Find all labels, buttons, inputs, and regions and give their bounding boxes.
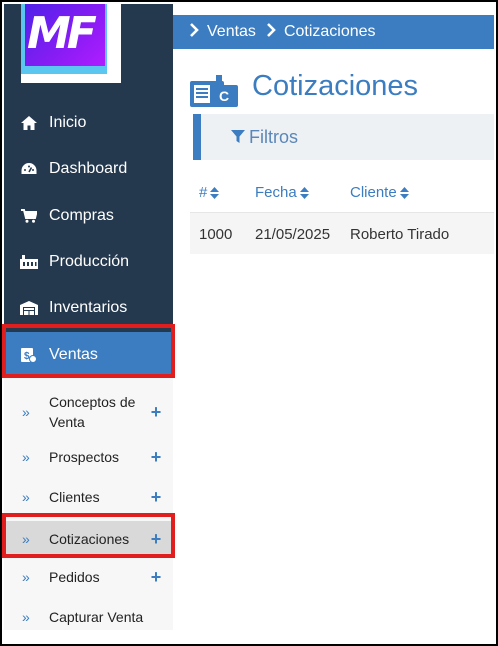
- highlight-cotizaciones: [2, 513, 175, 558]
- submenu-item-clientes[interactable]: » Clientes +: [4, 481, 173, 513]
- sort-icon: [399, 186, 409, 199]
- add-pedido-button[interactable]: +: [149, 567, 163, 588]
- submenu-item-label: Pedidos: [49, 569, 100, 585]
- chevron-right-icon: [266, 22, 276, 42]
- sidebar-item-compras[interactable]: Compras: [4, 193, 173, 239]
- breadcrumb-cotizaciones[interactable]: Cotizaciones: [284, 23, 376, 41]
- double-chevron-right-icon: »: [22, 569, 30, 585]
- cart-icon: [20, 208, 38, 224]
- filters-label: Filtros: [249, 126, 298, 147]
- double-chevron-right-icon: »: [22, 449, 30, 465]
- double-chevron-right-icon: »: [22, 609, 30, 625]
- sidebar-item-produccion[interactable]: Producción: [4, 239, 173, 285]
- column-header-fecha[interactable]: Fecha: [255, 184, 309, 201]
- sort-icon: [299, 186, 309, 199]
- sort-icon: [210, 186, 220, 199]
- sidebar-item-label: Dashboard: [49, 160, 128, 177]
- cell-fecha: 21/05/2025: [255, 226, 331, 243]
- sidebar-item-label: Inicio: [49, 114, 87, 131]
- ventas-submenu: » Conceptos de Venta + » Prospectos + » …: [4, 378, 173, 630]
- logo-text: MF: [27, 8, 97, 59]
- breadcrumb: Ventas Cotizaciones: [173, 15, 494, 49]
- breadcrumb-ventas[interactable]: Ventas: [207, 23, 256, 41]
- quote-document-icon: C: [190, 75, 238, 107]
- add-concepto-button[interactable]: +: [149, 402, 163, 423]
- add-cliente-button[interactable]: +: [149, 487, 163, 508]
- submenu-item-pedidos[interactable]: » Pedidos +: [4, 561, 173, 593]
- filters-toggle[interactable]: Filtros: [193, 114, 494, 160]
- column-header-cliente[interactable]: Cliente: [350, 184, 409, 201]
- home-icon: [20, 115, 38, 131]
- add-prospecto-button[interactable]: +: [149, 447, 163, 468]
- double-chevron-right-icon: »: [22, 404, 30, 420]
- filter-icon: [231, 130, 245, 144]
- sidebar-item-dashboard[interactable]: Dashboard: [4, 146, 173, 192]
- title-icon-letter: C: [219, 88, 229, 104]
- cell-id: 1000: [199, 226, 233, 243]
- highlight-ventas: [2, 324, 175, 378]
- sidebar-item-label: Inventarios: [49, 299, 128, 316]
- industry-icon: [20, 254, 38, 270]
- submenu-item-label: Conceptos de Venta: [49, 394, 136, 430]
- app-logo[interactable]: MF: [21, 4, 123, 84]
- warehouse-icon: [20, 300, 38, 316]
- sidebar-item-inicio[interactable]: Inicio: [4, 100, 173, 146]
- submenu-item-capturar-venta[interactable]: » Capturar Venta: [4, 601, 173, 630]
- cell-cliente: Roberto Tirado: [350, 226, 450, 243]
- column-header-id[interactable]: #: [199, 184, 220, 201]
- submenu-item-label: Clientes: [49, 489, 100, 505]
- page-title: Cotizaciones: [252, 70, 419, 102]
- sidebar-item-label: Producción: [49, 253, 130, 270]
- submenu-item-prospectos[interactable]: » Prospectos +: [4, 441, 173, 473]
- double-chevron-right-icon: »: [22, 489, 30, 505]
- dashboard-icon: [20, 161, 38, 177]
- chevron-right-icon: [189, 22, 199, 42]
- submenu-item-conceptos-de-venta[interactable]: » Conceptos de Venta +: [4, 387, 173, 437]
- sidebar-item-label: Compras: [49, 207, 114, 224]
- submenu-item-label: Capturar Venta: [49, 609, 144, 625]
- submenu-item-label: Prospectos: [49, 449, 120, 465]
